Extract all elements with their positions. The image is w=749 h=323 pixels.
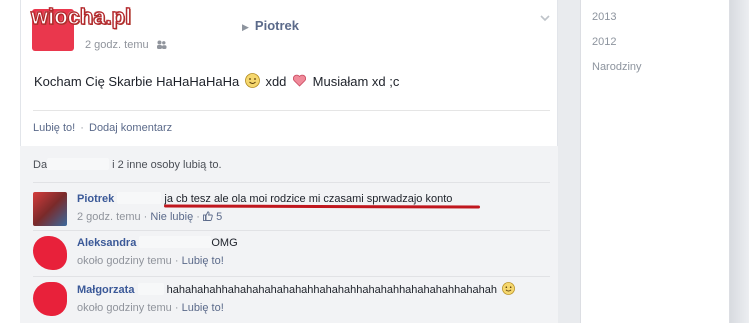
comment-avatar[interactable] xyxy=(33,282,67,316)
timeline-born[interactable]: Narodziny xyxy=(592,61,642,73)
post-text-2: xdd xyxy=(265,74,287,89)
comment-author[interactable]: Aleksandra xyxy=(77,237,136,249)
like-link[interactable]: Lubię to! xyxy=(182,255,224,267)
comment-time[interactable]: 2 godz. temu xyxy=(77,211,141,223)
chevron-down-icon[interactable] xyxy=(538,11,552,25)
smiley-icon xyxy=(502,282,515,295)
redacted-surname xyxy=(137,283,164,295)
likes-divider xyxy=(33,182,550,183)
post-message: Kocham Cię Skarbie HaHaHaHaHa xdd Musiał… xyxy=(34,73,399,89)
comment-time[interactable]: około godziny temu xyxy=(77,302,172,314)
left-gutter xyxy=(0,0,20,323)
comment-meta: około godziny temu · Lubię to! xyxy=(77,255,238,267)
post-timestamp[interactable]: 2 godz. temu xyxy=(85,39,149,51)
meta-separator: · xyxy=(196,211,200,223)
like-link[interactable]: Lubię to! xyxy=(33,122,75,134)
page-shadow xyxy=(730,0,749,323)
likes-suffix[interactable]: i 2 inne osoby lubią to. xyxy=(112,159,221,171)
post-actions: Lubię to! · Dodaj komentarz xyxy=(33,122,172,134)
recipient-name[interactable]: Piotrek xyxy=(255,18,299,33)
timeline-year-2013[interactable]: 2013 xyxy=(592,11,616,23)
timeline-nav: 2013 2012 Narodziny xyxy=(580,0,730,323)
add-comment-link[interactable]: Dodaj komentarz xyxy=(89,122,172,134)
post-text-3: Musiałam xd ;c xyxy=(312,74,400,89)
post-divider xyxy=(33,110,550,111)
comment-author[interactable]: Małgorzata xyxy=(77,284,134,296)
comment-text: OMG xyxy=(211,237,238,249)
comment-divider xyxy=(33,230,550,231)
like-link[interactable]: Lubię to! xyxy=(182,302,224,314)
meta-separator: · xyxy=(174,255,179,267)
comment-author[interactable]: Piotrek xyxy=(77,193,114,205)
likes-prefix[interactable]: Da xyxy=(33,159,47,171)
comment-meta: około godziny temu · Lubię to! xyxy=(77,302,517,314)
likes-summary: Da i 2 inne osoby lubią to. xyxy=(33,158,222,171)
meta-separator: · xyxy=(143,211,148,223)
comment-divider xyxy=(33,276,550,277)
timeline-year-2012[interactable]: 2012 xyxy=(592,36,616,48)
redacted-surname xyxy=(139,236,212,248)
redacted-name xyxy=(47,158,110,170)
meta-separator: · xyxy=(174,302,179,314)
comment-time[interactable]: około godziny temu xyxy=(77,255,172,267)
comment-like-count[interactable]: 5 xyxy=(216,211,222,223)
thumbs-up-icon xyxy=(203,211,213,221)
watermark-logo: wiocha.pl xyxy=(30,3,132,29)
friends-icon[interactable] xyxy=(156,40,167,49)
comment-avatar[interactable] xyxy=(33,192,67,226)
action-separator: · xyxy=(80,122,84,134)
heart-icon xyxy=(293,74,307,87)
comment-meta: 2 godz. temu · Nie lubię · 5 xyxy=(77,211,452,223)
unlike-link[interactable]: Nie lubię xyxy=(150,211,193,223)
post-text-1: Kocham Cię Skarbie HaHaHaHaHa xyxy=(34,74,240,89)
right-triangle-icon: ▶ xyxy=(242,22,249,32)
right-column: 2013 2012 Narodziny xyxy=(558,0,749,323)
comment-body: Małgorzata hahahahahhahahahahahahahhahah… xyxy=(77,282,517,314)
comment-text: ja cb tesz ale ola moi rodzice mi czasam… xyxy=(164,193,453,205)
smiley-icon xyxy=(244,73,260,88)
comment-body: Aleksandra OMG około godziny temu · Lubi… xyxy=(77,236,238,267)
post-recipient[interactable]: ▶ Piotrek xyxy=(242,18,299,33)
redacted-surname xyxy=(117,192,162,204)
comment-text: hahahahahhahahahahahahahhahahahhahahahha… xyxy=(166,284,497,296)
post-meta: 2 godz. temu xyxy=(85,39,167,51)
